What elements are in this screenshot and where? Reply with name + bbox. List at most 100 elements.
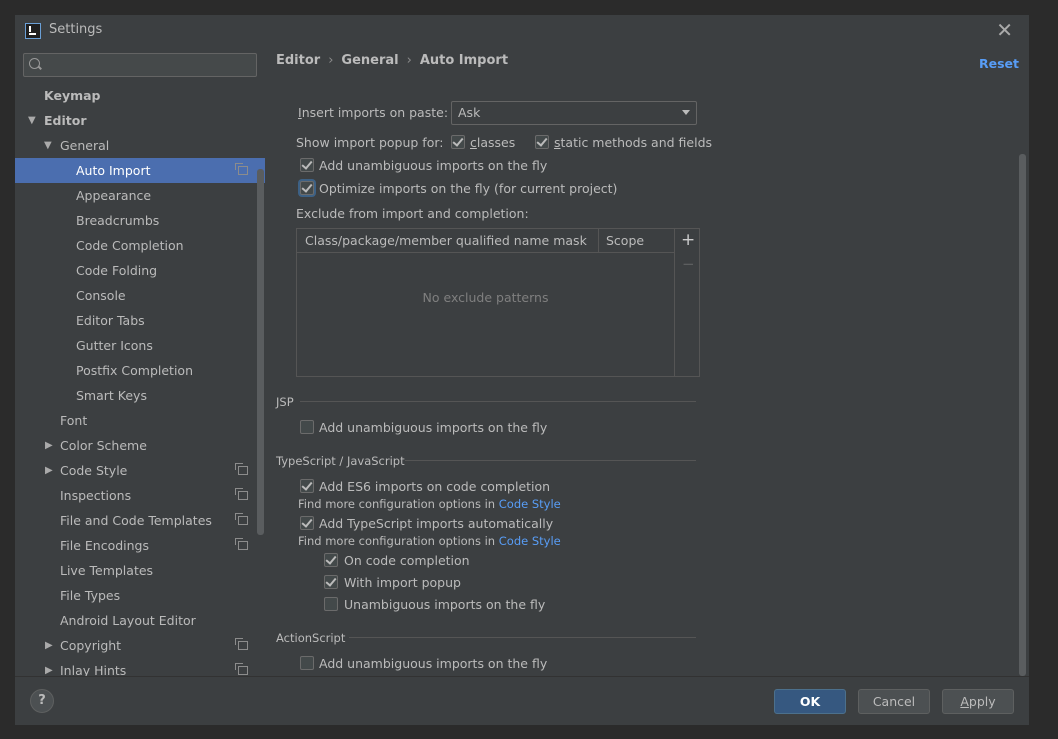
tree-item-label: Appearance <box>76 188 152 203</box>
tree-item-font[interactable]: Font <box>15 408 257 433</box>
mnemonic-letter: A <box>960 694 969 709</box>
column-header-mask[interactable]: Class/package/member qualified name mask <box>305 233 587 248</box>
remove-icon: − <box>682 255 695 273</box>
ts-imports-checkbox[interactable] <box>300 516 314 530</box>
unambiguous-imports-label[interactable]: Unambiguous imports on the fly <box>344 597 545 612</box>
tree-item-label: General <box>60 138 110 153</box>
tree-item-appearance[interactable]: Appearance <box>15 183 257 208</box>
tree-item-label: Editor Tabs <box>76 313 145 328</box>
tree-item-color-scheme[interactable]: ▶ Color Scheme <box>15 433 257 458</box>
apply-button[interactable]: Apply <box>942 689 1014 714</box>
add-unambiguous-label[interactable]: Add unambiguous imports on the fly <box>319 158 547 173</box>
column-header-scope[interactable]: Scope <box>606 233 644 248</box>
insert-imports-label: Insert imports on paste: <box>298 105 448 120</box>
classes-checkbox[interactable] <box>451 135 465 149</box>
sidebar-scrollbar[interactable] <box>257 169 264 535</box>
chevron-down-icon <box>682 110 690 115</box>
project-settings-icon <box>235 163 248 175</box>
help-button[interactable]: ? <box>30 689 54 713</box>
tree-item-live-templates[interactable]: Live Templates <box>15 558 257 583</box>
label-text: tatic methods and fields <box>560 135 713 150</box>
tree-item-gutter-icons[interactable]: Gutter Icons <box>15 333 257 358</box>
toolbar-divider <box>674 229 675 376</box>
on-code-completion-label[interactable]: On code completion <box>344 553 470 568</box>
tree-item-editor[interactable]: ▼ Editor <box>15 108 257 133</box>
tree-item-inspections[interactable]: Inspections <box>15 483 257 508</box>
collapsed-arrow-icon[interactable]: ▶ <box>45 658 53 676</box>
project-settings-icon <box>235 638 248 650</box>
optimize-imports-label[interactable]: Optimize imports on the fly (for current… <box>319 181 617 196</box>
add-icon[interactable]: + <box>681 230 695 250</box>
expanded-arrow-icon[interactable]: ▼ <box>44 133 52 158</box>
label-text: nsert imports on paste: <box>301 105 449 120</box>
exclude-table[interactable]: Class/package/member qualified name mask… <box>296 228 700 377</box>
ok-button[interactable]: OK <box>774 689 846 714</box>
unambiguous-imports-checkbox[interactable] <box>324 597 338 611</box>
code-style-link[interactable]: Code Style <box>499 534 561 548</box>
search-input[interactable] <box>23 53 257 77</box>
breadcrumb: Editor › General › Auto Import <box>276 53 508 68</box>
breadcrumb-general: General <box>341 53 399 68</box>
find-more-label: Find more configuration options in <box>298 497 496 511</box>
on-code-completion-checkbox[interactable] <box>324 553 338 567</box>
with-import-popup-label[interactable]: With import popup <box>344 575 461 590</box>
tree-item-android-layout-editor[interactable]: Android Layout Editor <box>15 608 257 633</box>
with-import-popup-checkbox[interactable] <box>324 575 338 589</box>
mnemonic-letter: c <box>470 135 477 150</box>
tree-item-label: Gutter Icons <box>76 338 153 353</box>
tree-item-editor-tabs[interactable]: Editor Tabs <box>15 308 257 333</box>
static-methods-checkbox[interactable] <box>535 135 549 149</box>
ts-imports-label[interactable]: Add TypeScript imports automatically <box>319 516 553 531</box>
classes-label[interactable]: classes <box>470 135 515 150</box>
collapsed-arrow-icon[interactable]: ▶ <box>45 458 53 483</box>
optimize-imports-checkbox[interactable] <box>300 181 314 195</box>
actionscript-section-title: ActionScript <box>276 631 346 645</box>
es6-imports-checkbox[interactable] <box>300 479 314 493</box>
breadcrumb-editor: Editor <box>276 53 321 68</box>
collapsed-arrow-icon[interactable]: ▶ <box>45 433 53 458</box>
tree-item-console[interactable]: Console <box>15 283 257 308</box>
as-add-unambiguous-label[interactable]: Add unambiguous imports on the fly <box>319 656 547 671</box>
close-icon[interactable]: ✕ <box>996 18 1013 42</box>
collapsed-arrow-icon[interactable]: ▶ <box>45 633 53 658</box>
jsp-add-unambiguous-label[interactable]: Add unambiguous imports on the fly <box>319 420 547 435</box>
add-unambiguous-checkbox[interactable] <box>300 158 314 172</box>
column-divider <box>598 229 599 252</box>
content-scrollbar[interactable] <box>1019 154 1026 676</box>
tree-item-keymap[interactable]: Keymap <box>15 83 257 108</box>
dialog-footer: ? OK Cancel Apply <box>15 676 1029 725</box>
tree-item-file-encodings[interactable]: File Encodings <box>15 533 257 558</box>
tree-item-smart-keys[interactable]: Smart Keys <box>15 383 257 408</box>
settings-tree[interactable]: Keymap ▼ Editor ▼ General Auto Import Appe… <box>15 83 265 676</box>
static-methods-label[interactable]: static methods and fields <box>554 135 712 150</box>
project-settings-icon <box>235 663 248 675</box>
tree-item-file-and-code-templates[interactable]: File and Code Templates <box>15 508 257 533</box>
cancel-button[interactable]: Cancel <box>858 689 930 714</box>
insert-imports-select[interactable]: Ask <box>451 101 697 125</box>
tree-item-code-style[interactable]: ▶ Code Style <box>15 458 257 483</box>
jsp-section-title: JSP <box>276 395 294 409</box>
tree-item-copyright[interactable]: ▶ Copyright <box>15 633 257 658</box>
empty-table-text: No exclude patterns <box>422 290 549 305</box>
tree-item-code-completion[interactable]: Code Completion <box>15 233 257 258</box>
tree-item-general[interactable]: ▼ General <box>15 133 257 158</box>
tree-item-code-folding[interactable]: Code Folding <box>15 258 257 283</box>
tree-item-label: File Encodings <box>60 538 150 553</box>
tree-item-label: Inlay Hints <box>60 663 127 676</box>
code-style-link[interactable]: Code Style <box>499 497 561 511</box>
tree-item-label: Font <box>60 413 88 428</box>
as-add-unambiguous-checkbox[interactable] <box>300 656 314 670</box>
tree-item-postfix-completion[interactable]: Postfix Completion <box>15 358 257 383</box>
jsp-add-unambiguous-checkbox[interactable] <box>300 420 314 434</box>
label-text: lasses <box>476 135 516 150</box>
tree-item-file-types[interactable]: File Types <box>15 583 257 608</box>
tree-item-auto-import[interactable]: Auto Import <box>15 158 265 183</box>
expanded-arrow-icon[interactable]: ▼ <box>28 108 36 133</box>
reset-link[interactable]: Reset <box>979 56 1019 71</box>
es6-imports-label[interactable]: Add ES6 imports on code completion <box>319 479 550 494</box>
tree-item-breadcrumbs[interactable]: Breadcrumbs <box>15 208 257 233</box>
table-header: Class/package/member qualified name mask… <box>297 229 674 253</box>
breadcrumb-separator: › <box>328 53 334 68</box>
tree-item-label: File Types <box>60 588 121 603</box>
tree-item-inlay-hints[interactable]: ▶ Inlay Hints <box>15 658 257 676</box>
